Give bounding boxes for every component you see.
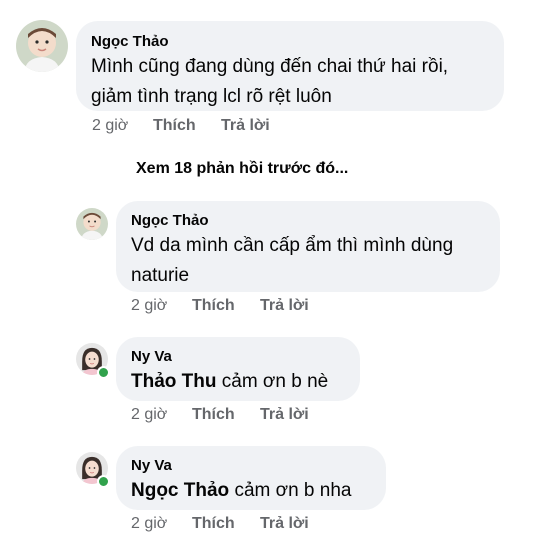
comment-author[interactable]: Ngọc Thảo: [91, 33, 169, 50]
comment-text: Vd da mình cần cấp ẩm thì mình dùng natu…: [131, 231, 453, 291]
like-button[interactable]: Thích: [192, 297, 235, 315]
reply-button[interactable]: Trả lời: [260, 515, 309, 533]
comment-author[interactable]: Ny Va: [131, 348, 172, 365]
view-previous-replies-link[interactable]: Xem 18 phản hồi trước đó...: [136, 160, 348, 178]
comment-time[interactable]: 2 giờ: [131, 515, 167, 533]
comment-text: Ngọc Thảo cảm ơn b nha: [131, 476, 351, 506]
reply-button[interactable]: Trả lời: [260, 406, 309, 424]
online-status-dot-icon: [97, 366, 110, 379]
mention-link[interactable]: Thảo Thu: [131, 371, 216, 392]
like-button[interactable]: Thích: [192, 406, 235, 424]
like-button[interactable]: Thích: [153, 117, 196, 135]
comment-author[interactable]: Ny Va: [131, 457, 172, 474]
like-button[interactable]: Thích: [192, 515, 235, 533]
comment-time[interactable]: 2 giờ: [131, 297, 167, 315]
comment-text-line: Vd da mình cần cấp ẩm thì mình dùng: [131, 235, 454, 256]
online-status-dot-icon: [97, 475, 110, 488]
comment-text: Thảo Thu cảm ơn b nè: [131, 367, 328, 397]
baby-avatar-photo-icon: [16, 20, 68, 72]
reply-button[interactable]: Trả lời: [260, 297, 309, 315]
comment-text-body: cảm ơn b nè: [216, 371, 329, 392]
mention-link[interactable]: Ngọc Thảo: [131, 480, 229, 501]
comment-time[interactable]: 2 giờ: [131, 406, 167, 424]
baby-avatar-photo-icon: [76, 208, 108, 240]
comment-text-body: cảm ơn b nha: [229, 480, 352, 501]
comment-text: Mình cũng đang dùng đến chai thứ hai rồi…: [91, 52, 448, 112]
comment-time[interactable]: 2 giờ: [92, 117, 128, 135]
avatar-ngoc-thao[interactable]: [76, 208, 108, 240]
reply-button[interactable]: Trả lời: [221, 117, 270, 135]
comment-text-line: giảm tình trạng lcl rõ rệt luôn: [91, 86, 332, 107]
comment-text-line: naturie: [131, 265, 190, 286]
avatar-ngoc-thao[interactable]: [16, 20, 68, 72]
comment-text-line: Mình cũng đang dùng đến chai thứ hai rồi…: [91, 56, 449, 77]
comment-author[interactable]: Ngọc Thảo: [131, 212, 209, 229]
